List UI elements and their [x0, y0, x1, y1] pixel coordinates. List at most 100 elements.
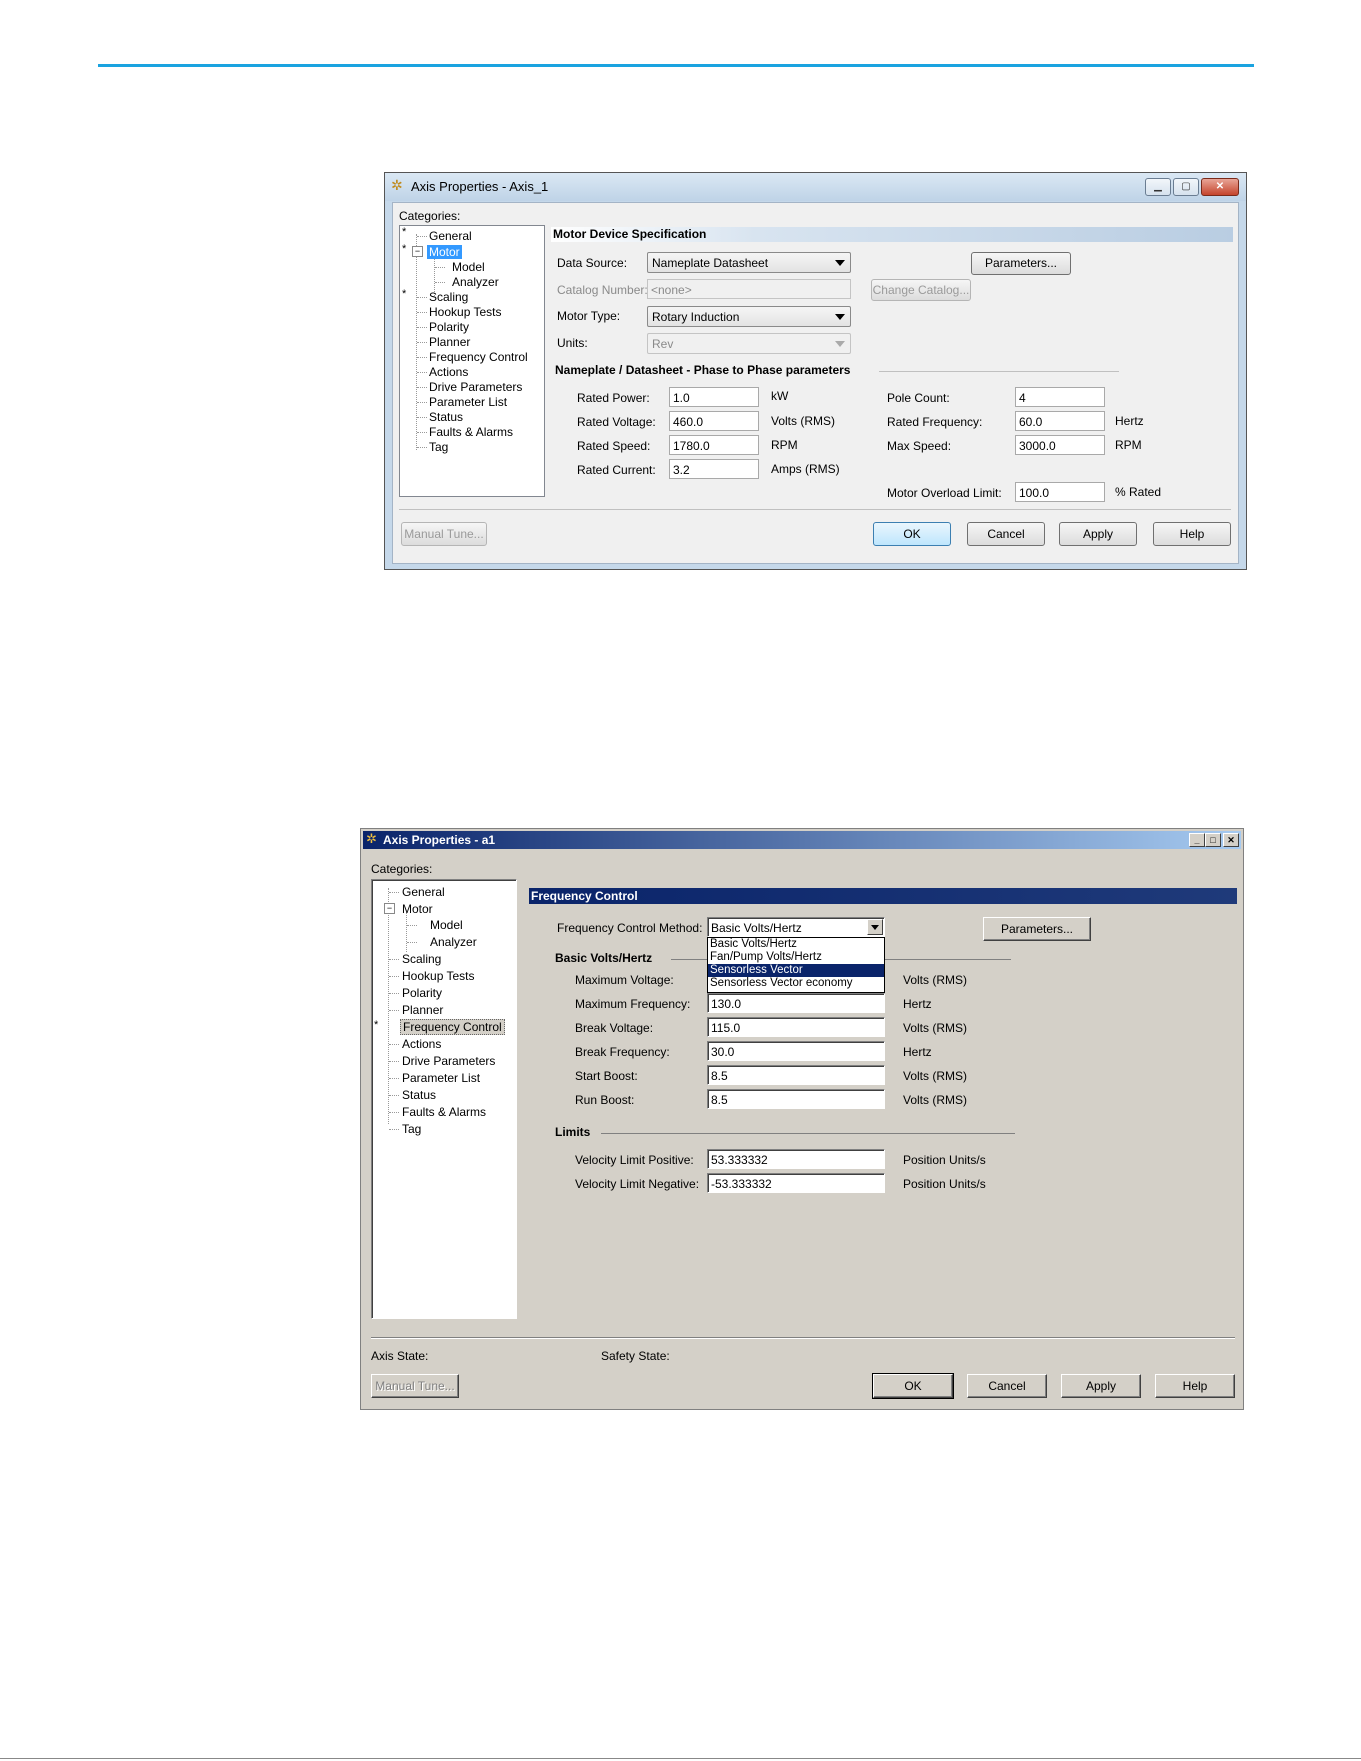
run-boost-label: Run Boost:	[575, 1093, 635, 1107]
modified-star-icon: *	[402, 288, 407, 300]
frequency-control-method-dropdown[interactable]: Basic Volts/Hertz Fan/Pump Volts/Hertz S…	[707, 937, 885, 993]
help-button[interactable]: Help	[1155, 1374, 1235, 1398]
tree-item-status[interactable]: Status	[402, 1088, 436, 1102]
collapse-icon[interactable]: −	[384, 903, 395, 914]
tree-item-analyzer[interactable]: Analyzer	[430, 935, 477, 949]
categories-tree[interactable]: * * * − General Motor Model Analyzer Sca…	[399, 225, 545, 497]
section-header: Frequency Control	[529, 888, 1237, 904]
manual-tune-button[interactable]: Manual Tune...	[401, 522, 487, 546]
velocity-limit-negative-label: Velocity Limit Negative:	[575, 1177, 700, 1191]
tree-item-drive-parameters[interactable]: Drive Parameters	[429, 380, 522, 394]
tree-item-tag[interactable]: Tag	[402, 1122, 421, 1136]
tree-item-frequency-control[interactable]: Frequency Control	[400, 1019, 505, 1035]
tree-item-general[interactable]: General	[429, 229, 472, 243]
close-button[interactable]: ✕	[1201, 178, 1239, 196]
tree-item-scaling[interactable]: Scaling	[429, 290, 468, 304]
tree-item-planner[interactable]: Planner	[402, 1003, 443, 1017]
pole-count-field[interactable]: 4	[1015, 387, 1105, 407]
dropdown-option[interactable]: Basic Volts/Hertz	[708, 938, 884, 951]
tree-item-motor[interactable]: Motor	[427, 245, 462, 259]
tree-item-parameter-list[interactable]: Parameter List	[429, 395, 507, 409]
frequency-control-method-select[interactable]: Basic Volts/Hertz	[707, 917, 885, 937]
ok-button[interactable]: OK	[873, 522, 951, 546]
parameters-button[interactable]: Parameters...	[971, 252, 1071, 275]
break-frequency-field[interactable]: 30.0	[707, 1041, 885, 1061]
footer-divider	[371, 1337, 1235, 1338]
dialog-client: Categories: * * * − General Motor Model …	[392, 202, 1239, 564]
close-button[interactable]: ✕	[1223, 833, 1239, 847]
rated-current-field[interactable]: 3.2	[669, 459, 759, 479]
help-button[interactable]: Help	[1153, 522, 1231, 546]
start-boost-field[interactable]: 8.5	[707, 1065, 885, 1085]
rated-voltage-field[interactable]: 460.0	[669, 411, 759, 431]
overload-limit-field[interactable]: 100.0	[1015, 482, 1105, 502]
minimize-button[interactable]: _	[1189, 833, 1205, 847]
minimize-button[interactable]: ▁	[1145, 178, 1171, 196]
tree-item-faults-alarms[interactable]: Faults & Alarms	[402, 1105, 486, 1119]
maximum-voltage-unit: Volts (RMS)	[903, 973, 968, 987]
run-boost-field[interactable]: 8.5	[707, 1089, 885, 1109]
dropdown-option[interactable]: Fan/Pump Volts/Hertz	[708, 951, 884, 964]
cancel-button[interactable]: Cancel	[967, 522, 1045, 546]
tree-item-general[interactable]: General	[402, 885, 445, 899]
tree-item-parameter-list[interactable]: Parameter List	[402, 1071, 480, 1085]
dropdown-option-highlighted[interactable]: Sensorless Vector	[708, 964, 884, 977]
tree-item-model[interactable]: Model	[452, 260, 485, 274]
title-bar[interactable]: ✲ Axis Properties - Axis_1 ▁ ▢ ✕	[385, 173, 1246, 201]
data-source-select[interactable]: Nameplate Datasheet	[647, 252, 851, 273]
tree-item-scaling[interactable]: Scaling	[402, 952, 441, 966]
chevron-down-icon	[871, 925, 879, 930]
units-value: Rev	[652, 337, 674, 351]
break-voltage-field[interactable]: 115.0	[707, 1017, 885, 1037]
categories-tree[interactable]: General − Motor Model Analyzer Scaling H…	[371, 879, 517, 1319]
cancel-button[interactable]: Cancel	[967, 1374, 1047, 1398]
tree-item-drive-parameters[interactable]: Drive Parameters	[402, 1054, 495, 1068]
tree-item-faults-alarms[interactable]: Faults & Alarms	[429, 425, 513, 439]
rated-frequency-label: Rated Frequency:	[887, 415, 983, 429]
tree-item-actions[interactable]: Actions	[402, 1037, 441, 1051]
velocity-limit-negative-field[interactable]: -53.333332	[707, 1173, 885, 1193]
axis-properties-icon: ✲	[366, 831, 377, 846]
tree-item-hookup-tests[interactable]: Hookup Tests	[429, 305, 502, 319]
overload-limit-unit: % Rated	[1115, 485, 1162, 499]
tree-item-frequency-control[interactable]: Frequency Control	[429, 350, 528, 364]
change-catalog-button[interactable]: Change Catalog...	[871, 279, 971, 301]
motor-type-select[interactable]: Rotary Induction	[647, 306, 851, 327]
max-speed-unit: RPM	[1115, 438, 1142, 452]
max-speed-field[interactable]: 3000.0	[1015, 435, 1105, 455]
ok-button[interactable]: OK	[872, 1373, 954, 1399]
tree-item-tag[interactable]: Tag	[429, 440, 448, 454]
basic-volts-hertz-group-title: Basic Volts/Hertz	[555, 951, 653, 965]
tree-item-planner[interactable]: Planner	[429, 335, 470, 349]
apply-button[interactable]: Apply	[1059, 522, 1137, 546]
tree-item-hookup-tests[interactable]: Hookup Tests	[402, 969, 475, 983]
maximum-frequency-field[interactable]: 130.0	[707, 993, 885, 1013]
apply-button[interactable]: Apply	[1061, 1374, 1141, 1398]
parameters-button[interactable]: Parameters...	[983, 917, 1091, 941]
velocity-limit-positive-field[interactable]: 53.333332	[707, 1149, 885, 1169]
maximize-button[interactable]: ▢	[1173, 178, 1199, 196]
rated-speed-field[interactable]: 1780.0	[669, 435, 759, 455]
tree-item-actions[interactable]: Actions	[429, 365, 468, 379]
tree-item-polarity[interactable]: Polarity	[402, 986, 442, 1000]
tree-item-status[interactable]: Status	[429, 410, 463, 424]
maximize-button[interactable]: □	[1205, 833, 1221, 847]
tree-item-motor[interactable]: Motor	[402, 902, 433, 916]
categories-label: Categories:	[371, 862, 433, 876]
rated-frequency-field[interactable]: 60.0	[1015, 411, 1105, 431]
collapse-icon[interactable]: −	[412, 246, 423, 257]
overload-limit-label: Motor Overload Limit:	[887, 486, 1002, 500]
start-boost-label: Start Boost:	[575, 1069, 638, 1083]
dropdown-option[interactable]: Sensorless Vector economy	[708, 977, 884, 990]
rated-power-label: Rated Power:	[577, 391, 650, 405]
minimize-icon: _	[1194, 835, 1200, 845]
tree-item-analyzer[interactable]: Analyzer	[452, 275, 499, 289]
window-title: Axis Properties - a1	[383, 833, 496, 847]
units-select: Rev	[647, 333, 851, 354]
dropdown-button[interactable]	[867, 919, 883, 935]
manual-tune-button[interactable]: Manual Tune...	[371, 1374, 459, 1398]
tree-item-model[interactable]: Model	[430, 918, 463, 932]
tree-item-polarity[interactable]: Polarity	[429, 320, 469, 334]
title-bar[interactable]: ✲ Axis Properties - a1 _ □ ✕	[363, 831, 1241, 849]
rated-power-field[interactable]: 1.0	[669, 387, 759, 407]
